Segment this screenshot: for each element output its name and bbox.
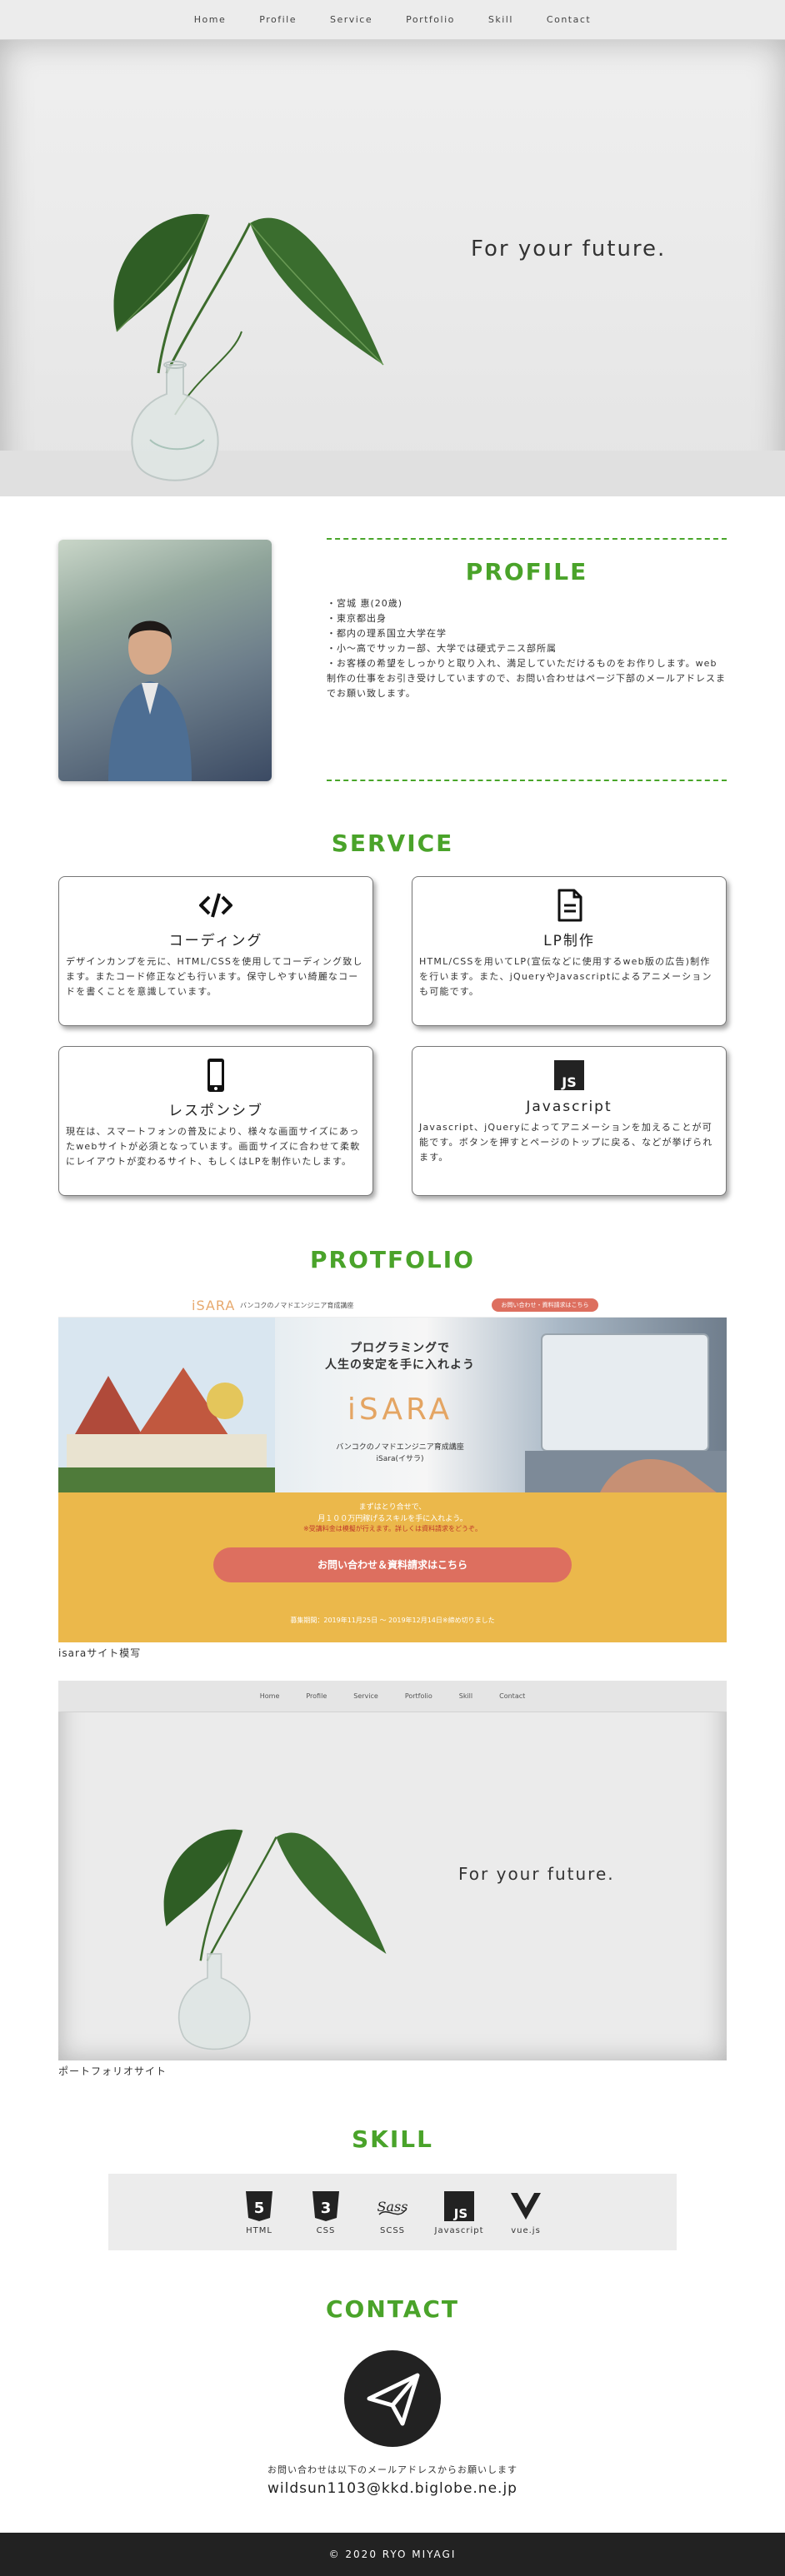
javascript-icon: JS — [554, 1060, 584, 1090]
paper-plane-icon[interactable] — [344, 2350, 441, 2447]
isara-headline-1: プログラミングで — [350, 1342, 450, 1355]
isara-headline-2: 人生の安定を手に入れよう — [325, 1358, 475, 1372]
isara-logo: iSARA — [192, 1298, 236, 1313]
mini-nav-item: Skill — [458, 1692, 473, 1700]
profile-text: ・宮城 惠(20歳) ・東京都出身 ・都内の理系国立大学在学 ・小〜高でサッカー… — [327, 596, 727, 701]
contact-title: CONTACT — [325, 2295, 460, 2323]
contact-note: お問い合わせは以下のメールアドレスからお願いします — [268, 2464, 518, 2475]
person-figure — [108, 620, 192, 781]
mini-plant-image — [163, 1829, 387, 2050]
svg-text:JS: JS — [453, 2206, 468, 2221]
isara-cta-button: お問い合わせ＆資料請求はこちら — [213, 1547, 572, 1582]
service-card-desc: Javascript、jQueryによってアニメーションを加えることが可能です。… — [419, 1122, 713, 1163]
profile-divider-top — [327, 538, 727, 540]
profile-line: ・都内の理系国立大学在学 — [327, 628, 447, 639]
isara-period: 募集期間：2019年11月25日 〜 2019年12月14日※締め切りました — [290, 1617, 495, 1624]
service-card-desc: HTML/CSSを用いてLP(宣伝などに使用するweb版の広告)制作を行います。… — [419, 956, 712, 997]
service-title: SERVICE — [331, 830, 454, 857]
isara-logo-sub: バンコクのノマドエンジニア育成講座 — [240, 1302, 354, 1309]
javascript-icon: JS — [444, 2190, 474, 2221]
skill-label: HTML — [246, 2225, 272, 2235]
mini-nav-item: Home — [259, 1692, 280, 1700]
vuejs-icon — [511, 2192, 541, 2220]
nav-profile[interactable]: Profile — [259, 14, 297, 25]
nav-home[interactable]: Home — [194, 14, 226, 25]
nav-skill[interactable]: Skill — [488, 14, 513, 25]
profile-photo — [58, 540, 272, 781]
profile-divider-bottom — [327, 780, 727, 781]
skill-item: 5 HTML — [235, 2190, 283, 2235]
mini-nav-item: Portfolio — [404, 1692, 432, 1700]
mini-nav-item: Contact — [499, 1692, 526, 1700]
footer: © 2020 RYO MIYAGI — [0, 2533, 785, 2576]
mini-tagline: For your future. — [458, 1864, 615, 1884]
svg-text:JS: JS — [561, 1074, 576, 1090]
isara-header-button: お問い合わせ・資料請求はこちら — [492, 1298, 598, 1312]
isara-offer-1: まずはとり合せで、 — [358, 1503, 427, 1512]
isara-header: iSARA バンコクのノマドエンジニア育成講座 お問い合わせ・資料請求はこちら — [58, 1293, 727, 1318]
document-icon — [558, 889, 582, 922]
portfolio-title: PROTFOLIO — [310, 1246, 475, 1273]
profile-line: ・東京都出身 — [327, 613, 387, 624]
service-card-desc: デザインカンプを元に、HTML/CSSを使用してコーディング致します。またコード… — [66, 956, 363, 997]
skill-item: 3 CSS — [302, 2190, 350, 2235]
skill-label: CSS — [316, 2225, 336, 2235]
nav-contact[interactable]: Contact — [547, 14, 591, 25]
nav-portfolio[interactable]: Portfolio — [406, 14, 455, 25]
service-card-responsive: レスポンシブ 現在は、スマートフォンの普及により、様々な画面サイズにあったweb… — [58, 1046, 373, 1196]
service-card-title: Javascript — [526, 1099, 612, 1115]
html5-icon: 5 — [246, 2190, 272, 2221]
mini-nav-item: Service — [353, 1692, 378, 1700]
portfolio-isara-screenshot[interactable]: iSARA バンコクのノマドエンジニア育成講座 お問い合わせ・資料請求はこちら … — [58, 1293, 727, 1642]
isara-sub-2: iSara(イサラ) — [376, 1455, 424, 1463]
temple-image — [58, 1318, 275, 1492]
isara-hero: プログラミングで 人生の安定を手に入れよう iSARA バンコクのノマドエンジニ… — [58, 1318, 727, 1492]
service-card-coding: コーディング デザインカンプを元に、HTML/CSSを使用してコーディング致しま… — [58, 876, 373, 1026]
skill-title: SKILL — [352, 2125, 433, 2153]
mini-nav: Home Profile Service Portfolio Skill Con… — [58, 1681, 727, 1712]
skill-label: Javascript — [434, 2225, 484, 2235]
plant-vase-image — [113, 213, 384, 481]
svg-text:3: 3 — [321, 2200, 332, 2217]
portfolio-caption: isaraサイト模写 — [58, 1647, 142, 1659]
hero: For your future. — [0, 40, 785, 496]
portfolio-site-screenshot[interactable]: Home Profile Service Portfolio Skill Con… — [58, 1681, 727, 2060]
contact-email[interactable]: wildsun1103@kkd.biglobe.ne.jp — [0, 2480, 785, 2497]
profile-line: ・小〜高でサッカー部、大学では硬式テニス部所属 — [327, 643, 557, 654]
nav-service[interactable]: Service — [330, 14, 372, 25]
skill-label: SCSS — [379, 2225, 406, 2235]
isara-offer-2: 月１００万円稼げるスキルを手に入れよう。 — [318, 1515, 468, 1523]
laptop-image — [525, 1333, 727, 1492]
skill-item: JS Javascript — [435, 2190, 483, 2235]
sass-icon: Sass — [378, 2199, 408, 2215]
service-card-lp: LP制作 HTML/CSSを用いてLP(宣伝などに使用するweb版の広告)制作を… — [412, 876, 727, 1026]
skill-item: vue.js — [502, 2190, 550, 2235]
service-card-title: コーディング — [168, 933, 263, 949]
service-card-desc: 現在は、スマートフォンの普及により、様々な画面サイズにあったwebサイトが必須と… — [66, 1126, 361, 1167]
isara-offer-3: ※受講料金は模擬が行えます。詳しくは資料請求をどうぞ。 — [303, 1525, 482, 1532]
hero-tagline: For your future. — [471, 237, 667, 262]
code-icon — [199, 893, 232, 918]
skill-box: 5 HTML 3 CSS Sass SCSS JS Javascript vue… — [108, 2174, 677, 2250]
profile-line: ・お客様の希望をしっかりと取り入れ、満足していただけるものをお作りします。web… — [327, 658, 727, 699]
isara-brand: iSARA — [347, 1393, 453, 1427]
smartphone-icon — [208, 1059, 224, 1092]
service-card-javascript: JS Javascript Javascript、jQueryによってアニメーシ… — [412, 1046, 727, 1196]
skill-label: vue.js — [511, 2225, 541, 2235]
isara-sub-1: バンコクのノマドエンジニア育成講座 — [336, 1443, 464, 1452]
profile-title: PROFILE — [465, 558, 588, 585]
copyright: © 2020 RYO MIYAGI — [328, 2549, 457, 2560]
mini-nav-item: Profile — [306, 1692, 328, 1700]
service-card-title: LP制作 — [543, 933, 595, 949]
css3-icon: 3 — [312, 2190, 339, 2221]
portfolio-caption: ポートフォリオサイト — [58, 2065, 168, 2077]
skill-item: Sass SCSS — [368, 2190, 417, 2235]
profile-line: ・宮城 惠(20歳) — [327, 598, 403, 609]
isara-offer-section: まずはとり合せで、 月１００万円稼げるスキルを手に入れよう。 ※受講料金は模擬が… — [58, 1492, 727, 1642]
svg-text:5: 5 — [254, 2200, 265, 2217]
top-nav: Home Profile Service Portfolio Skill Con… — [0, 0, 785, 40]
service-card-title: レスポンシブ — [168, 1103, 263, 1119]
